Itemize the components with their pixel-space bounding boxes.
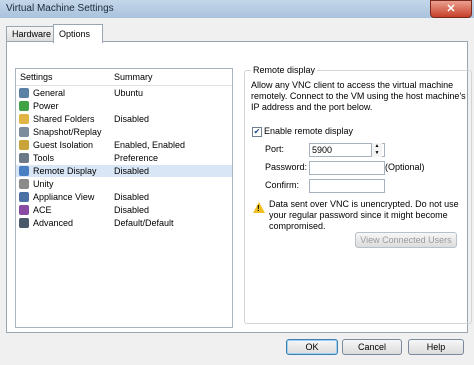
setting-summary: Enabled, Enabled [114, 140, 186, 150]
general-icon [19, 88, 29, 98]
settings-row[interactable]: Power [16, 100, 232, 112]
settings-row[interactable]: Guest Isolation Enabled, Enabled [16, 139, 232, 151]
warning-text: Data sent over VNC is unencrypted. Do no… [269, 199, 459, 231]
password-label: Password: [265, 162, 308, 172]
summary-column-header[interactable]: Summary [114, 72, 153, 82]
tab-options[interactable]: Options [53, 24, 103, 43]
settings-row[interactable]: Tools Preference [16, 152, 232, 164]
ok-button[interactable]: OK [286, 339, 338, 355]
setting-summary: Disabled [114, 205, 150, 215]
cancel-button[interactable]: Cancel [342, 339, 402, 355]
unity-icon [19, 179, 29, 189]
enable-remote-display-label[interactable]: Enable remote display [264, 126, 353, 136]
setting-name: Shared Folders [33, 114, 95, 124]
settings-row[interactable]: Appliance View Disabled [16, 191, 232, 203]
close-button[interactable]: ✕ [430, 0, 472, 18]
setting-summary: Preference [114, 153, 159, 163]
setting-name: ACE [33, 205, 52, 215]
monitor-icon [19, 166, 29, 176]
dialog-body: Hardware Options Settings Summary Genera… [0, 18, 474, 365]
settings-row[interactable]: ACE Disabled [16, 204, 232, 216]
tools-icon [19, 153, 29, 163]
list-header: Settings Summary [16, 69, 232, 86]
setting-summary: Disabled [114, 192, 150, 202]
setting-name: Power [33, 101, 59, 111]
setting-name: Advanced [33, 218, 74, 228]
snapshot-icon [19, 127, 29, 137]
setting-name: Unity [33, 179, 54, 189]
spin-down-icon[interactable]: ▼ [372, 150, 382, 157]
optional-label: (Optional) [385, 162, 425, 172]
setting-name: Guest Isolation [33, 140, 94, 150]
advanced-icon [19, 218, 29, 228]
appliance-icon [19, 192, 29, 202]
settings-row[interactable]: Advanced Default/Default [16, 217, 232, 229]
setting-summary: Disabled [114, 114, 150, 124]
setting-name: Snapshot/Replay [33, 127, 102, 137]
settings-row[interactable]: General Ubuntu [16, 87, 232, 99]
settings-row[interactable]: Snapshot/Replay [16, 126, 232, 138]
confirm-label: Confirm: [265, 180, 300, 190]
power-icon [19, 101, 29, 111]
enable-remote-display-checkbox[interactable]: ✔ [252, 127, 262, 137]
help-button[interactable]: Help [408, 339, 464, 355]
folder-icon [19, 114, 29, 124]
options-panel: Settings Summary General Ubuntu Power Share… [6, 41, 472, 333]
port-spinner[interactable]: ▲ ▼ [371, 143, 382, 157]
setting-summary: Ubuntu [114, 88, 144, 98]
view-connected-users-button[interactable]: View Connected Users [355, 232, 457, 248]
settings-column-header[interactable]: Settings [20, 72, 53, 82]
remote-display-legend: Remote display [251, 65, 318, 75]
password-field[interactable] [309, 161, 385, 175]
window-title: Virtual Machine Settings [6, 3, 114, 14]
setting-summary: Default/Default [114, 218, 174, 228]
settings-row[interactable]: Shared Folders Disabled [16, 113, 232, 125]
setting-summary: Disabled [114, 166, 150, 176]
lock-icon [19, 140, 29, 150]
title-bar: Virtual Machine Settings ✕ [0, 0, 474, 19]
spin-up-icon[interactable]: ▲ [372, 143, 382, 150]
port-label: Port: [265, 144, 285, 154]
settings-row[interactable]: Remote Display Disabled [16, 165, 232, 177]
tab-hardware[interactable]: Hardware [6, 26, 60, 42]
setting-name: Appliance View [33, 192, 95, 202]
confirm-field[interactable] [309, 179, 385, 193]
ace-icon [19, 205, 29, 215]
setting-name: General [33, 88, 66, 98]
settings-list[interactable]: Settings Summary General Ubuntu Power Share… [15, 68, 233, 328]
settings-row[interactable]: Unity [16, 178, 232, 190]
setting-name: Remote Display [33, 166, 97, 176]
setting-name: Tools [33, 153, 55, 163]
remote-display-description: Allow any VNC client to access the virtu… [251, 80, 466, 112]
